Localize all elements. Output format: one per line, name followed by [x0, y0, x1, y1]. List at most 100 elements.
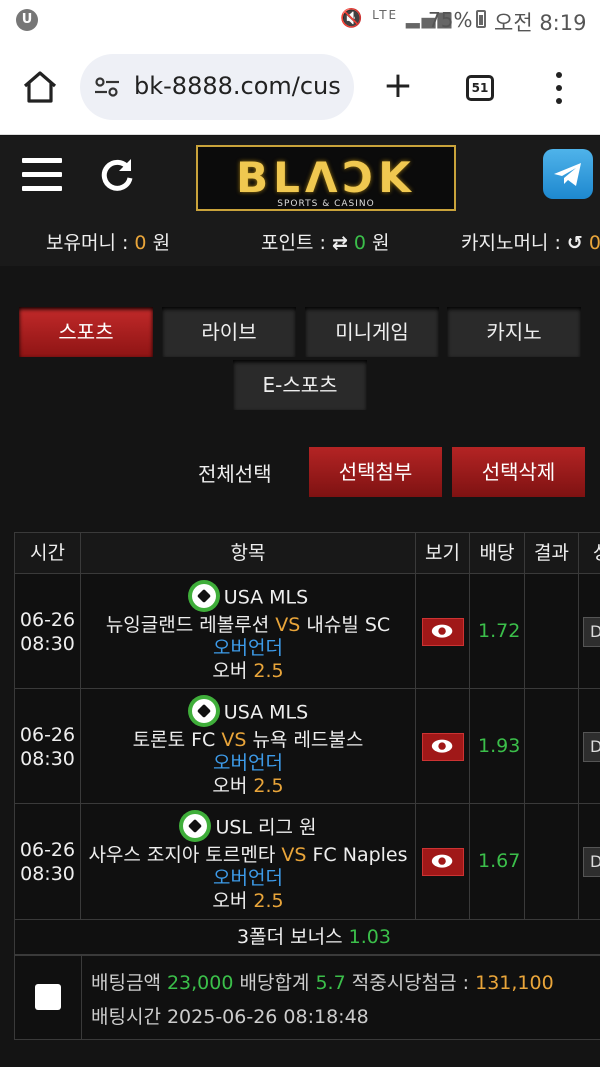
odds-value: 1.67 — [478, 850, 521, 872]
refresh-icon[interactable] — [98, 156, 136, 194]
casino-balance: 카지노머니 : ↺ 0 — [461, 228, 600, 255]
logo-subtitle: SPORTS & CASINO — [277, 199, 375, 209]
header-status: 상 — [578, 532, 600, 574]
detail-button[interactable]: D — [583, 847, 600, 877]
pick-line: 오버 2.5 — [81, 660, 415, 683]
eye-icon[interactable] — [422, 618, 464, 646]
pick-name: 오버 — [212, 660, 248, 682]
site-header: BLΛƆK SPORTS & CASINO 보유머니 : 0 원 포인트 : ⇄… — [0, 136, 600, 266]
detail-button[interactable]: D — [583, 617, 600, 647]
bet-time-label: 배팅시간 — [91, 1006, 161, 1028]
eye-icon[interactable] — [422, 733, 464, 761]
checkbox-cell — [15, 956, 82, 1039]
points-value: 0 — [353, 232, 366, 254]
payout-label: 적중시당첨금 : — [351, 972, 470, 994]
address-bar[interactable]: bk-8888.com/cus — [80, 54, 354, 120]
match-time: 08:30 — [20, 748, 75, 770]
pick-line: 오버 2.5 — [81, 775, 415, 798]
odds-value: 1.72 — [478, 620, 521, 642]
vs-label: VS — [221, 729, 247, 751]
new-tab-button[interactable]: + — [380, 68, 416, 104]
network-type: LTE — [372, 8, 399, 22]
browser-toolbar: bk-8888.com/cus + 51 — [0, 40, 600, 135]
home-icon[interactable] — [22, 70, 58, 104]
home-team: 뉴잉글랜드 레볼루션 — [105, 614, 270, 636]
url-text[interactable]: bk-8888.com/cus — [134, 72, 346, 100]
table-row: USL 리그 원 사우스 조지아 토르멘타 VS FC Naples 오버언더 … — [80, 803, 416, 920]
bet-summary: 배팅금액 23,000 배당합계 5.7 적중시당첨금 : 131,100 배팅… — [14, 955, 600, 1040]
match-time: 08:30 — [20, 633, 75, 655]
telegram-icon[interactable] — [543, 149, 593, 199]
result-cell — [524, 573, 579, 689]
swap-icon[interactable]: ⇄ — [332, 232, 348, 254]
market-name: 오버언더 — [213, 752, 283, 774]
match-date: 06-26 — [19, 839, 76, 861]
site-logo[interactable]: BLΛƆK SPORTS & CASINO — [196, 145, 456, 211]
casino-label: 카지노머니 : — [461, 232, 561, 254]
bonus-row: 3폴더 보너스 1.03 — [14, 919, 600, 955]
bet-time-line: 배팅시간 2025-06-26 08:18:48 — [91, 1002, 369, 1029]
attach-selected-button[interactable]: 선택첨부 — [309, 447, 442, 497]
vs-label: VS — [275, 614, 301, 636]
bet-checkbox[interactable] — [35, 984, 61, 1010]
league-line: USA MLS — [81, 695, 415, 729]
bet-amount-label: 배팅금액 — [91, 972, 161, 994]
money-unit: 원 — [152, 232, 171, 254]
tab-casino[interactable]: 카지노 — [447, 307, 581, 357]
bonus-value: 1.03 — [348, 926, 391, 948]
delete-selected-button[interactable]: 선택삭제 — [452, 447, 585, 497]
teams-line: 사우스 조지아 토르멘타 VS FC Naples — [81, 844, 415, 867]
odds-total-label: 배당합계 — [239, 972, 310, 994]
points-unit: 원 — [372, 232, 390, 254]
tab-esports[interactable]: E-스포츠 — [233, 360, 367, 410]
money-value: 0 — [134, 232, 147, 254]
select-all-button[interactable]: 전체선택 — [198, 458, 272, 487]
header-item: 항목 — [80, 532, 416, 574]
away-team: 뉴욕 레드불스 — [252, 729, 364, 751]
payout-value: 131,100 — [475, 972, 554, 994]
header-view: 보기 — [415, 532, 470, 574]
tune-icon[interactable] — [94, 76, 120, 98]
match-date: 06-26 — [19, 609, 76, 631]
soccer-ball-icon — [187, 580, 220, 612]
match-time: 08:30 — [20, 863, 75, 885]
pick-line: 오버 2.5 — [81, 890, 415, 913]
logo-text: BLΛƆK — [236, 153, 416, 202]
tab-sports[interactable]: 스포츠 — [19, 307, 153, 357]
tab-minigame[interactable]: 미니게임 — [305, 307, 439, 357]
away-team: 내슈빌 SC — [306, 614, 391, 636]
more-vert-icon[interactable] — [548, 68, 570, 108]
header-odds: 배당 — [469, 532, 525, 574]
money-balance: 보유머니 : 0 원 — [46, 228, 170, 255]
header-time: 시간 — [14, 532, 81, 574]
table-row: USA MLS 토론토 FC VS 뉴욕 레드불스 오버언더 오버 2.5 — [80, 688, 416, 804]
reload-icon[interactable]: ↺ — [567, 232, 583, 254]
home-team: 사우스 조지아 토르멘타 — [88, 844, 276, 866]
header-result: 결과 — [524, 532, 579, 574]
pick-name: 오버 — [212, 890, 248, 912]
battery-icon — [476, 10, 486, 28]
teams-line: 뉴잉글랜드 레볼루션 VS 내슈빌 SC — [81, 614, 415, 637]
row-time: 06-26 08:30 — [14, 803, 81, 920]
tab-live[interactable]: 라이브 — [162, 307, 296, 357]
league-name: USL 리그 원 — [215, 816, 317, 839]
summary-line: 배팅금액 23,000 배당합계 5.7 적중시당첨금 : 131,100 — [91, 968, 554, 995]
row-time: 06-26 08:30 — [14, 573, 81, 689]
detail-button[interactable]: D — [583, 732, 600, 762]
league-name: USA MLS — [223, 701, 309, 724]
points-label: 포인트 : — [261, 232, 326, 254]
league-line: USA MLS — [81, 580, 415, 614]
tabs-button[interactable]: 51 — [466, 75, 494, 101]
soccer-ball-icon — [179, 810, 212, 842]
teams-line: 토론토 FC VS 뉴욕 레드불스 — [81, 729, 415, 752]
pick-value: 2.5 — [253, 890, 284, 912]
match-date: 06-26 — [19, 724, 76, 746]
home-team: 토론토 FC — [132, 729, 216, 751]
hamburger-menu-icon[interactable] — [22, 158, 62, 192]
row-time: 06-26 08:30 — [14, 688, 81, 804]
table-row: USA MLS 뉴잉글랜드 레볼루션 VS 내슈빌 SC 오버언더 오버 2.5 — [80, 573, 416, 689]
result-cell — [524, 803, 579, 920]
status-bar: U 🔇 LTE ▂▄▆ 75% 오전 8:19 — [0, 0, 600, 40]
vs-label: VS — [281, 844, 307, 866]
eye-icon[interactable] — [422, 848, 464, 876]
